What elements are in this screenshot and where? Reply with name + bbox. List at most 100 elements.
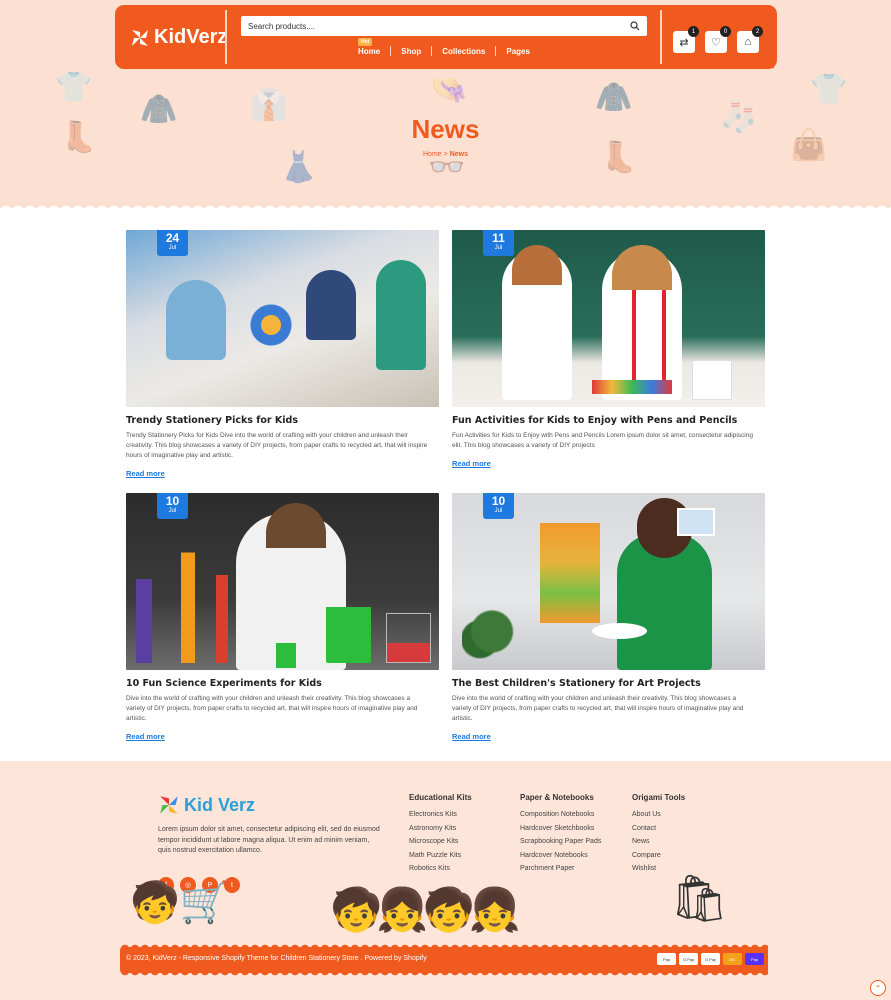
header-actions: ⇄ 1 ♡ 0 ⌂ 2 [673, 26, 763, 53]
site-logo[interactable]: KidVerz [130, 26, 227, 49]
copyright-text: © 2023, KidVerz - Responsive Shopify The… [126, 955, 427, 962]
cart-button[interactable]: ⌂ 2 [737, 26, 763, 53]
footer-about: Lorem ipsum dolor sit amet, consectetur … [158, 826, 380, 854]
footer-link[interactable]: Hardcover Notebooks [520, 852, 601, 859]
post-excerpt: Dive into the world of crafting with you… [452, 695, 744, 722]
tshirt-icon: 👕 [55, 71, 93, 104]
blog-image[interactable]: 24 Jul [126, 230, 439, 407]
post-date: 11 Jul [483, 230, 514, 256]
jacket-icon: 🧥 [595, 81, 633, 114]
blog-card: 10 Jul 10 Fun Science Experiments for Kid… [126, 493, 439, 744]
blog-image[interactable]: 10 Jul [126, 493, 439, 670]
blog-list: 24 Jul Trendy Stationery Picks for Kids T… [0, 204, 891, 761]
footer-logo-text: Kid Verz [184, 794, 256, 815]
post-month: Jul [494, 508, 503, 514]
post-month: Jul [168, 245, 177, 251]
shop-pay-icon: Pay [745, 953, 764, 965]
footer-link[interactable]: Microscope Kits [409, 838, 472, 845]
footer-logo[interactable]: Kid Verz [158, 794, 255, 816]
footer-link[interactable]: Contact [632, 825, 685, 832]
post-month: Jul [168, 508, 177, 514]
kids-illustration: 🧒👧🧒👧 [330, 886, 521, 933]
footer-link[interactable]: Astronomy Kits [409, 825, 472, 832]
nav-home-label: Home [358, 46, 381, 56]
read-more-link[interactable]: Read more [452, 459, 491, 468]
apple-pay-icon: Pay [657, 953, 676, 965]
header-divider [225, 10, 227, 64]
post-month: Jul [494, 245, 503, 251]
site-footer: Kid Verz Lorem ipsum dolor sit amet, con… [0, 761, 891, 1000]
post-day: 24 [165, 231, 180, 245]
post-day: 11 [492, 231, 505, 245]
search-input[interactable] [248, 21, 630, 31]
post-excerpt: Dive into the world of crafting with you… [126, 695, 418, 722]
footer-link[interactable]: Math Puzzle Kits [409, 852, 472, 859]
nav-shop[interactable]: Shop [391, 47, 431, 56]
blog-image[interactable]: 11 Jul [452, 230, 765, 407]
read-more-link[interactable]: Read more [452, 732, 491, 741]
compare-icon: ⇄ [679, 36, 689, 49]
pinwheel-icon [160, 796, 178, 814]
blog-card: 10 Jul The Best Children's Stationery for… [452, 493, 765, 744]
kid-cart-illustration: 🧒🛒 [130, 881, 230, 925]
hat-icon: 👒 [430, 73, 468, 106]
post-title[interactable]: 10 Fun Science Experiments for Kids [126, 678, 439, 689]
footer-link[interactable]: Electronics Kits [409, 811, 472, 818]
main-nav: Hot Home Shop Collections Pages [348, 37, 540, 56]
footer-column-title: Paper & Notebooks [520, 793, 594, 802]
post-title[interactable]: Trendy Stationery Picks for Kids [126, 415, 439, 426]
footer-link[interactable]: Robotics Kits [409, 865, 472, 872]
post-title[interactable]: The Best Children's Stationery for Art P… [452, 678, 765, 689]
search-bar [241, 16, 647, 36]
footer-column-paper-notebooks: Paper & Notebooks Composition Notebooks … [520, 793, 601, 879]
hot-badge: Hot [358, 37, 373, 46]
pinwheel-icon [132, 29, 148, 46]
page-title: News [411, 114, 480, 144]
post-excerpt: Fun Activities for Kids to Enjoy with Pe… [452, 432, 753, 449]
wishlist-icon: ♡ [711, 36, 721, 49]
search-icon[interactable] [630, 21, 640, 31]
post-date: 10 Jul [157, 493, 188, 519]
back-to-top-button[interactable]: ⌃ [870, 980, 886, 996]
payment-icons: Pay G Pay G Pay MC Pay [657, 953, 764, 965]
logo-text: KidVerz [154, 26, 228, 48]
read-more-link[interactable]: Read more [126, 469, 165, 478]
footer-link[interactable]: Composition Notebooks [520, 811, 601, 818]
hero-banner: 👕 🧥 👔 👢 👒 🧥 🧦 👕 👜 👢 👗 👓 KidVerz HotHome … [0, 0, 891, 212]
header-divider [660, 10, 662, 64]
footer-link[interactable]: Hardcover Sketchbooks [520, 825, 601, 832]
footer-link[interactable]: News [632, 838, 685, 845]
footer-column-title: Educational Kits [409, 793, 472, 802]
footer-column-educational-kits: Educational Kits Electronics Kits Astron… [409, 793, 472, 879]
blog-card: 11 Jul Fun Activities for Kids to Enjoy w… [452, 230, 765, 471]
nav-collections[interactable]: Collections [432, 47, 495, 56]
post-day: 10 [165, 494, 180, 508]
blog-card: 24 Jul Trendy Stationery Picks for Kids T… [126, 230, 439, 481]
gpay-icon: G Pay [701, 953, 720, 965]
nav-home[interactable]: Hot Home [348, 37, 390, 56]
wishlist-button[interactable]: ♡ 0 [705, 26, 731, 53]
footer-link[interactable]: Scrapbooking Paper Pads [520, 838, 601, 845]
post-date: 24 Jul [157, 230, 188, 256]
footer-column-title: Origami Tools [632, 793, 686, 802]
post-excerpt: Trendy Stationery Picks for Kids Dive in… [126, 432, 428, 459]
post-date: 10 Jul [483, 493, 514, 519]
nav-pages[interactable]: Pages [496, 47, 540, 56]
compare-count: 1 [688, 26, 699, 37]
wishlist-count: 0 [720, 26, 731, 37]
cart-icon: ⌂ [744, 36, 752, 48]
footer-link[interactable]: About Us [632, 811, 685, 818]
post-title[interactable]: Fun Activities for Kids to Enjoy with Pe… [452, 415, 765, 426]
post-day: 10 [491, 494, 506, 508]
read-more-link[interactable]: Read more [126, 732, 165, 741]
footer-link[interactable]: Parchment Paper [520, 865, 601, 872]
site-header: KidVerz HotHome Shop Collections Pages ⇄… [118, 8, 774, 70]
blog-image[interactable]: 10 Jul [452, 493, 765, 670]
compare-button[interactable]: ⇄ 1 [673, 26, 699, 53]
breadcrumb: Home > News [0, 151, 891, 158]
footer-link[interactable]: Compare [632, 852, 685, 859]
cart-count: 2 [752, 26, 763, 37]
breadcrumb-home[interactable]: Home [423, 151, 442, 158]
shopping-bags-illustration: 🛍 [670, 872, 729, 924]
chevron-up-icon: ⌃ [874, 983, 882, 993]
